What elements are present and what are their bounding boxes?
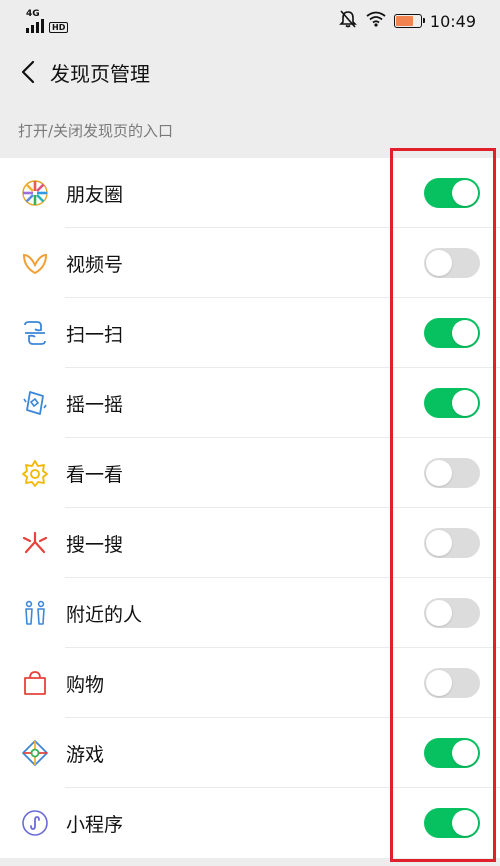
channels-icon	[20, 248, 50, 278]
network-label: 4G	[26, 8, 40, 19]
top-stories-icon	[20, 458, 50, 488]
toggle-switch[interactable]	[424, 808, 480, 838]
list-item: 搜一搜	[0, 508, 500, 578]
toggle-knob	[452, 740, 478, 766]
list-item-label: 视频号	[66, 253, 124, 276]
toggle-knob	[426, 530, 452, 556]
toggle-knob	[452, 810, 478, 836]
toggle-knob	[452, 390, 478, 416]
back-button[interactable]	[14, 58, 42, 86]
status-bar: 4G HD 10:49	[0, 0, 500, 42]
list-item: 小程序	[0, 788, 500, 858]
list-item-label: 游戏	[66, 743, 105, 766]
signal-icon	[26, 18, 44, 33]
entry-list: 朋友圈视频号扫一扫摇一摇看一看搜一搜附近的人购物游戏小程序	[0, 158, 500, 858]
page-title: 发现页管理	[50, 61, 150, 86]
toggle-knob	[426, 600, 452, 626]
battery-icon	[393, 14, 425, 28]
nav-bar: 发现页管理	[0, 42, 500, 102]
wifi-icon	[366, 11, 386, 31]
battery-fill	[395, 16, 413, 26]
list-item: 游戏	[0, 718, 500, 788]
shopping-bag-icon	[20, 668, 50, 698]
toggle-knob	[426, 670, 452, 696]
toggle-knob	[426, 250, 452, 276]
list-item-label: 扫一扫	[66, 323, 124, 346]
list-item-label: 附近的人	[66, 603, 143, 626]
search-icon	[20, 528, 50, 558]
toggle-switch[interactable]	[424, 458, 480, 488]
toggle-switch[interactable]	[424, 738, 480, 768]
list-item-label: 看一看	[66, 463, 124, 486]
list-item: 摇一摇	[0, 368, 500, 438]
list-item: 扫一扫	[0, 298, 500, 368]
chevron-left-icon	[21, 60, 35, 84]
toggle-switch[interactable]	[424, 318, 480, 348]
list-item-label: 购物	[66, 673, 105, 696]
toggle-knob	[426, 460, 452, 486]
games-icon	[20, 738, 50, 768]
hd-badge: HD	[49, 21, 69, 33]
mute-icon	[338, 10, 358, 32]
toggle-knob	[452, 320, 478, 346]
toggle-switch[interactable]	[424, 388, 480, 418]
list-item: 附近的人	[0, 578, 500, 648]
list-item-label: 小程序	[66, 813, 124, 836]
status-left: 4G HD	[26, 8, 69, 33]
status-right: 10:49	[338, 10, 476, 32]
toggle-switch[interactable]	[424, 178, 480, 208]
list-item-label: 摇一摇	[66, 393, 124, 416]
toggle-knob	[452, 180, 478, 206]
toggle-switch[interactable]	[424, 528, 480, 558]
list-item-label: 搜一搜	[66, 533, 124, 556]
list-item: 视频号	[0, 228, 500, 298]
scan-icon	[20, 318, 50, 348]
toggle-switch[interactable]	[424, 598, 480, 628]
list-item: 朋友圈	[0, 158, 500, 228]
toggle-switch[interactable]	[424, 668, 480, 698]
list-item-label: 朋友圈	[66, 183, 124, 206]
list-item: 看一看	[0, 438, 500, 508]
mini-programs-icon	[20, 808, 50, 838]
people-nearby-icon	[20, 598, 50, 628]
section-header: 打开/关闭发现页的入口	[18, 121, 174, 140]
moments-icon	[20, 178, 50, 208]
shake-icon	[20, 388, 50, 418]
clock: 10:49	[429, 11, 476, 31]
list-item: 购物	[0, 648, 500, 718]
toggle-switch[interactable]	[424, 248, 480, 278]
